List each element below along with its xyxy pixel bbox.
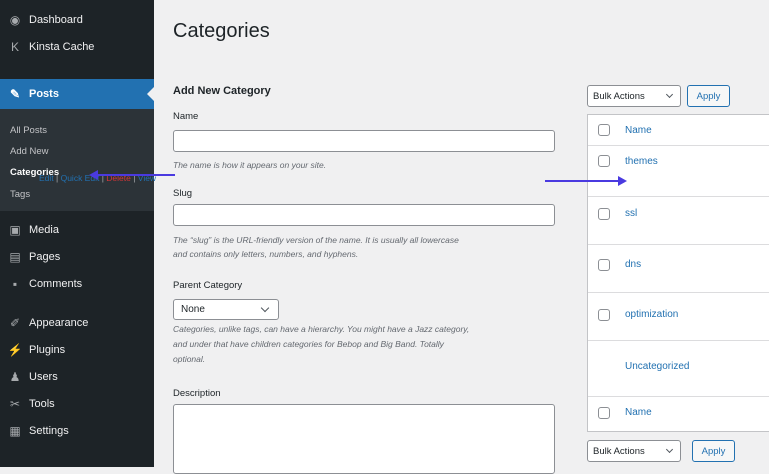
menu-label: Appearance (29, 317, 89, 329)
parent-category-value: None (181, 304, 205, 315)
menu-label: Plugins (29, 344, 66, 356)
annotation-arrow-right-head (618, 176, 627, 186)
plugin-icon: ⚡ (7, 343, 23, 357)
table-row: Uncategorized (588, 341, 769, 397)
row-checkbox[interactable] (598, 208, 610, 220)
category-name-link[interactable]: ssl (625, 208, 637, 219)
brush-icon: ✐ (9, 316, 21, 330)
page-title: Categories (173, 20, 270, 42)
annotation-arrow-left-head (89, 170, 98, 180)
slug-help-line-2: and contains only letters, numbers, and … (173, 249, 359, 259)
apply-button-bottom[interactable]: Apply (692, 440, 735, 462)
category-name-link[interactable]: dns (625, 259, 641, 270)
menu-comments[interactable]: ▪ Comments (0, 277, 154, 291)
dashboard-icon: ◉ (9, 13, 21, 27)
menu-label: Posts (29, 88, 59, 100)
edit-link[interactable]: Edit (39, 173, 54, 183)
menu-tools[interactable]: ✂ Tools (0, 397, 154, 411)
slug-help-line-1: The “slug” is the URL-friendly version o… (173, 235, 459, 245)
row-checkbox[interactable] (598, 309, 610, 321)
menu-kinsta-cache[interactable]: K Kinsta Cache (0, 40, 154, 54)
slug-label: Slug (173, 188, 193, 199)
table-row: optimization (588, 293, 769, 341)
table-row: dns (588, 245, 769, 293)
menu-label: Comments (29, 278, 83, 290)
select-all-checkbox[interactable] (598, 407, 610, 419)
parent-help-line-3: optional. (173, 354, 206, 364)
table-row: ssl (588, 197, 769, 245)
current-menu-arrow (147, 87, 154, 101)
kinsta-icon: K (10, 40, 19, 54)
name-help: The name is how it appears on your site. (173, 160, 327, 170)
user-icon: ♟ (9, 370, 21, 384)
annotation-arrow-right-line (545, 180, 619, 182)
table-row: themes (588, 146, 769, 197)
category-name-link[interactable]: Uncategorized (625, 361, 689, 372)
menu-dashboard[interactable]: ◉ Dashboard (0, 13, 154, 27)
menu-media[interactable]: ▣ Media (0, 223, 154, 237)
row-checkbox[interactable] (598, 155, 610, 167)
parent-help-line-2: and under that have children categories … (173, 339, 444, 349)
apply-button[interactable]: Apply (687, 85, 730, 107)
annotation-arrow-left-line (97, 174, 175, 176)
menu-label: Settings (29, 425, 69, 437)
bulk-actions-label: Bulk Actions (593, 445, 645, 457)
column-footer-name[interactable]: Name (625, 407, 652, 418)
menu-posts[interactable]: ✎ Posts (0, 79, 154, 109)
submenu-tags[interactable]: Tags (10, 189, 30, 200)
menu-appearance[interactable]: ✐ Appearance (0, 316, 154, 330)
slug-input[interactable] (173, 204, 555, 226)
chevron-down-icon (260, 303, 270, 313)
bulk-actions-label: Bulk Actions (593, 90, 645, 102)
menu-label: Pages (29, 251, 61, 263)
settings-icon: ▦ (9, 424, 21, 438)
category-name-link[interactable]: themes (625, 156, 658, 167)
menu-plugins[interactable]: ⚡ Plugins (0, 343, 154, 357)
parent-category-label: Parent Category (173, 280, 243, 291)
menu-users[interactable]: ♟ Users (0, 370, 154, 384)
categories-table: Name themes ssl dns optimization Uncateg… (587, 114, 769, 432)
description-textarea[interactable] (173, 404, 555, 474)
admin-sidebar: ◉ Dashboard K Kinsta Cache ✎ Posts All P… (0, 0, 154, 467)
category-name-link[interactable]: optimization (625, 309, 678, 320)
menu-label: Dashboard (29, 14, 83, 26)
posts-submenu: All Posts Add New Categories Tags (0, 109, 154, 211)
form-title: Add New Category (173, 85, 271, 97)
comment-icon: ▪ (12, 277, 18, 291)
menu-label: Media (29, 224, 59, 236)
column-header-name[interactable]: Name (625, 125, 652, 136)
menu-label: Users (29, 371, 58, 383)
menu-pages[interactable]: ▤ Pages (0, 250, 154, 264)
row-checkbox[interactable] (598, 259, 610, 271)
menu-label: Kinsta Cache (29, 41, 95, 53)
parent-help-line-1: Categories, unlike tags, can have a hier… (173, 324, 470, 334)
menu-label: Tools (29, 398, 55, 410)
separator: | (53, 173, 61, 183)
media-icon: ▣ (9, 223, 21, 237)
bulk-actions-select[interactable]: Bulk Actions (587, 85, 681, 107)
name-label: Name (173, 111, 199, 122)
wrench-icon: ✂ (9, 397, 21, 411)
chevron-down-icon (665, 445, 674, 454)
pages-icon: ▤ (9, 250, 21, 264)
table-footer-row: Name (588, 397, 769, 430)
bulk-actions-select-bottom[interactable]: Bulk Actions (587, 440, 681, 462)
pin-icon: ✎ (9, 87, 21, 101)
parent-category-select[interactable]: None (173, 299, 279, 320)
menu-settings[interactable]: ▦ Settings (0, 424, 154, 438)
submenu-all-posts[interactable]: All Posts (10, 125, 47, 136)
description-label: Description (173, 388, 221, 399)
chevron-down-icon (665, 90, 674, 99)
name-input[interactable] (173, 130, 555, 152)
select-all-checkbox[interactable] (598, 124, 610, 136)
table-header-row: Name (588, 115, 769, 146)
submenu-add-new[interactable]: Add New (10, 146, 49, 157)
